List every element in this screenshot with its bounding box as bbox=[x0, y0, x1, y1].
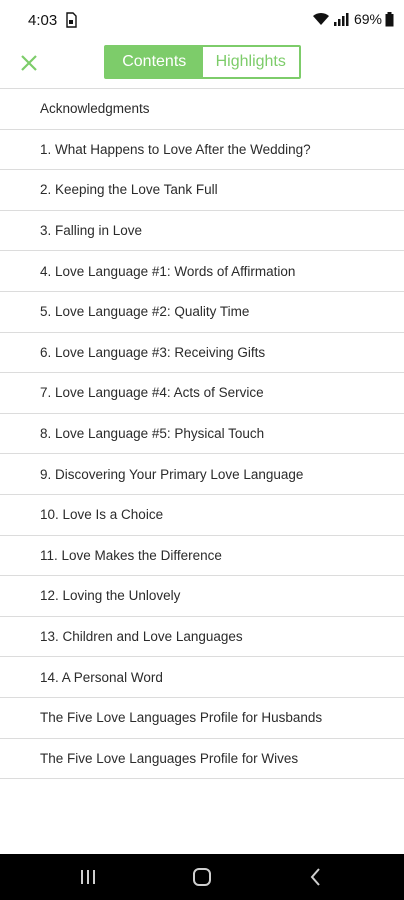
table-of-contents: Acknowledgments 1. What Happens to Love … bbox=[0, 88, 404, 780]
toc-item[interactable]: 8. Love Language #5: Physical Touch bbox=[0, 414, 404, 455]
toc-item[interactable]: 13. Children and Love Languages bbox=[0, 617, 404, 658]
toc-item[interactable]: 5. Love Language #2: Quality Time bbox=[0, 292, 404, 333]
back-icon[interactable] bbox=[304, 866, 328, 888]
recent-apps-icon[interactable] bbox=[76, 866, 100, 888]
signal-icon bbox=[333, 13, 349, 26]
close-icon[interactable] bbox=[16, 50, 42, 76]
toc-item[interactable]: 10. Love Is a Choice bbox=[0, 495, 404, 536]
status-time: 4:03 bbox=[28, 12, 58, 29]
status-bar: 4:03 69% bbox=[0, 0, 404, 40]
system-nav-bar bbox=[0, 854, 404, 900]
home-icon[interactable] bbox=[190, 866, 214, 888]
toc-item[interactable]: 6. Love Language #3: Receiving Gifts bbox=[0, 333, 404, 374]
toc-item[interactable]: The Five Love Languages Profile for Wive… bbox=[0, 739, 404, 780]
toc-item[interactable]: The Five Love Languages Profile for Husb… bbox=[0, 698, 404, 739]
toc-item[interactable]: Acknowledgments bbox=[0, 89, 404, 130]
toc-item[interactable]: 3. Falling in Love bbox=[0, 211, 404, 252]
toc-item[interactable]: 1. What Happens to Love After the Weddin… bbox=[0, 130, 404, 171]
status-icons: 69% bbox=[312, 11, 394, 27]
tab-highlights[interactable]: Highlights bbox=[202, 47, 299, 77]
toc-item[interactable]: 2. Keeping the Love Tank Full bbox=[0, 170, 404, 211]
battery-percent: 69% bbox=[353, 11, 382, 27]
toc-item[interactable]: 7. Love Language #4: Acts of Service bbox=[0, 373, 404, 414]
toc-item[interactable]: 12. Loving the Unlovely bbox=[0, 576, 404, 617]
toc-item[interactable]: 14. A Personal Word bbox=[0, 657, 404, 698]
tab-contents[interactable]: Contents bbox=[106, 47, 203, 77]
toc-item[interactable]: 4. Love Language #1: Words of Affirmatio… bbox=[0, 251, 404, 292]
toc-item[interactable]: 11. Love Makes the Difference bbox=[0, 536, 404, 577]
wifi-icon bbox=[312, 12, 329, 25]
segmented-control: Contents Highlights bbox=[104, 45, 301, 79]
sim-card-icon bbox=[66, 12, 77, 28]
toolbar: Contents Highlights bbox=[0, 40, 404, 88]
toc-item[interactable]: 9. Discovering Your Primary Love Languag… bbox=[0, 454, 404, 495]
battery-icon bbox=[385, 11, 394, 26]
